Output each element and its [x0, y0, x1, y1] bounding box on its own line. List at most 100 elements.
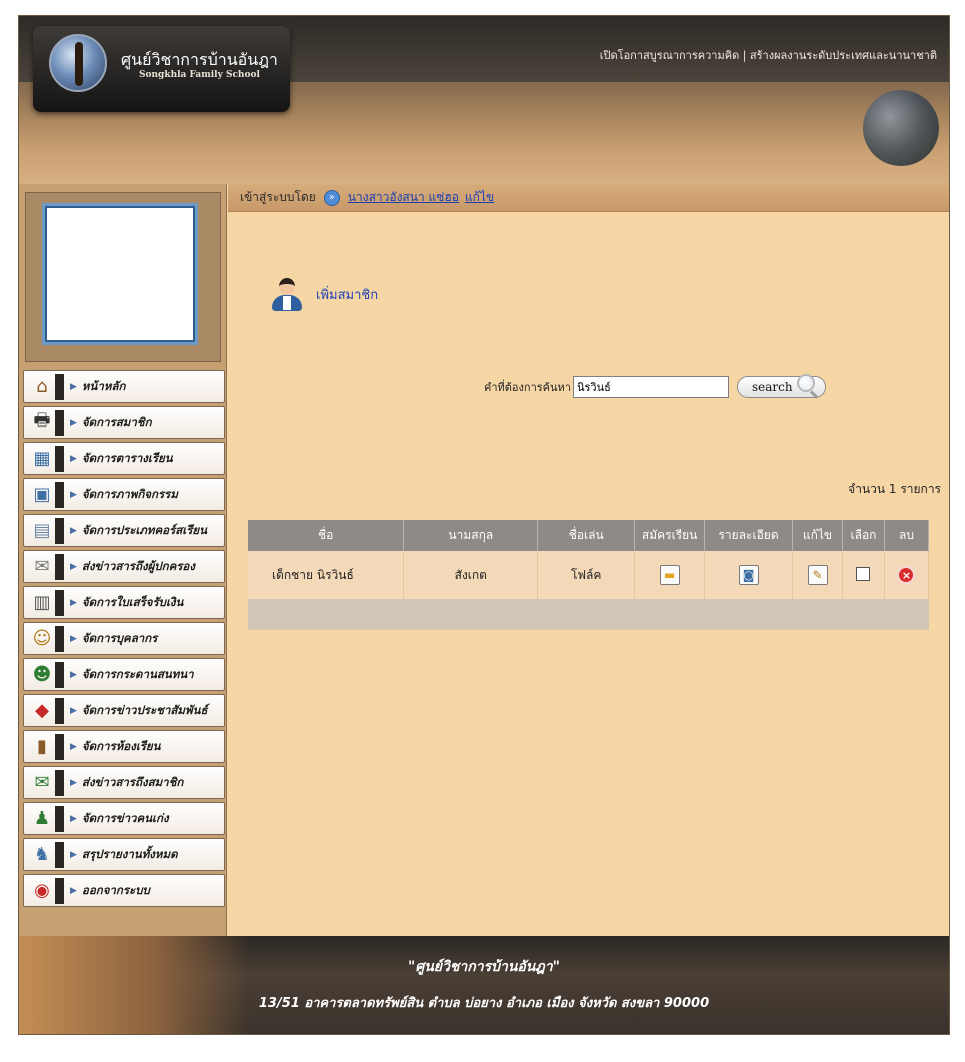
- sidebar-item-label: จัดการสมาชิก: [81, 414, 152, 429]
- menu-bar-decoration: [55, 625, 64, 652]
- table-footer-row: [248, 599, 929, 630]
- sidebar-item-course-types[interactable]: ▤ ▶ จัดการประเภทคอร์สเรียน: [23, 514, 225, 547]
- add-member-link[interactable]: เพิ่มสมาชิก: [270, 276, 378, 312]
- main-content: เข้าสู่ระบบโดย » นางสาวอังสนา แซ่ฮอ แก้ไ…: [228, 184, 949, 936]
- col-header-surname: นามสกุล: [403, 520, 539, 551]
- pencil-icon[interactable]: ✎: [807, 565, 828, 585]
- footer-decoration: [19, 936, 249, 1034]
- sidebar-item-reports[interactable]: ♞ ▶ สรุปรายงานทั้งหมด: [23, 838, 225, 871]
- triangle-right-icon: ▶: [70, 741, 77, 752]
- col-header-select: เลือก: [842, 520, 885, 551]
- triangle-right-icon: ▶: [70, 813, 77, 824]
- printer-icon: 🖶: [33, 409, 51, 431]
- search-input[interactable]: [572, 376, 729, 398]
- result-count: จำนวน 1 รายการ: [848, 482, 941, 496]
- cell-name: เด็กชาย นิรวินธ์: [248, 551, 405, 599]
- envelope-icon: ✉: [34, 556, 50, 577]
- sidebar-item-label: ออกจากระบบ: [81, 882, 150, 897]
- receipt-icon: ▥: [33, 592, 51, 613]
- menu-bar-decoration: [55, 589, 64, 616]
- footer: "ศูนย์วิชาการบ้านอันฎา" 13/51 อาคารตลาดท…: [19, 936, 949, 1034]
- profile-photo-frame: [25, 192, 221, 362]
- menu-bar-decoration: [55, 697, 64, 724]
- cell-delete: ×: [884, 551, 930, 599]
- header-banner: ศูนย์วิชาการบ้านอันฎา Songkhla Family Sc…: [19, 16, 949, 184]
- delete-icon[interactable]: ×: [897, 566, 916, 584]
- menu-bar-decoration: [55, 733, 64, 760]
- triangle-right-icon: ▶: [70, 885, 77, 896]
- home-icon: ⌂: [36, 376, 48, 397]
- star-person-icon: ♟: [33, 808, 51, 829]
- sidebar-item-activity-photos[interactable]: ▣ ▶ จัดการภาพกิจกรรม: [23, 478, 225, 511]
- sidebar-item-member-news[interactable]: ✉ ▶ ส่งข่าวสารถึงสมาชิก: [23, 766, 225, 799]
- members-table: ชื่อ นามสกุล ชื่อเล่น สมัครเรียน รายละเอ…: [248, 520, 930, 630]
- enroll-folder-icon[interactable]: ▬: [659, 565, 680, 585]
- select-checkbox[interactable]: [856, 566, 871, 581]
- sidebar-item-label: ส่งข่าวสารถึงสมาชิก: [81, 774, 184, 789]
- edit-profile-link[interactable]: แก้ไข: [465, 188, 494, 207]
- col-header-edit: แก้ไข: [792, 520, 843, 551]
- menu-bar-decoration: [55, 553, 64, 580]
- sidebar-item-staff[interactable]: ☺ ▶ จัดการบุคลากร: [23, 622, 225, 655]
- triangle-right-icon: ▶: [70, 417, 77, 428]
- col-header-name: ชื่อ: [248, 520, 405, 551]
- sidebar-item-home[interactable]: ⌂ ▶ หน้าหลัก: [23, 370, 225, 403]
- col-header-delete: ลบ: [884, 520, 930, 551]
- search-icon: [795, 374, 821, 400]
- sidebar-item-classrooms[interactable]: ▮ ▶ จัดการห้องเรียน: [23, 730, 225, 763]
- menu-bar-decoration: [55, 517, 64, 544]
- triangle-right-icon: ▶: [70, 381, 77, 392]
- globe-icon: [863, 90, 939, 166]
- table-row: เด็กชาย นิรวินธ์ สังเกต โฟล์ค ▬ ◙ ✎ ×: [248, 551, 930, 599]
- member-mail-icon: ✉: [34, 772, 50, 793]
- sidebar-item-label: จัดการข่าวประชาสัมพันธ์: [81, 702, 208, 717]
- sidebar-item-label: จัดการห้องเรียน: [81, 738, 161, 753]
- details-icon[interactable]: ◙: [738, 565, 759, 585]
- menu-bar-decoration: [55, 661, 64, 688]
- sidebar-item-logout[interactable]: ◉ ▶ ออกจากระบบ: [23, 874, 225, 907]
- col-header-enroll: สมัครเรียน: [634, 520, 706, 551]
- report-icon: ♞: [33, 844, 51, 865]
- sidebar-item-talent-news[interactable]: ♟ ▶ จัดการข่าวคนเก่ง: [23, 802, 225, 835]
- menu-bar-decoration: [55, 769, 64, 796]
- sidebar-item-label: จัดการใบเสร็จรับเงิน: [81, 594, 184, 609]
- school-logo-box[interactable]: ศูนย์วิชาการบ้านอันฎา Songkhla Family Sc…: [33, 26, 290, 112]
- menu-bar-decoration: [55, 445, 64, 472]
- triangle-right-icon: ▶: [70, 597, 77, 608]
- classroom-icon: ▮: [37, 736, 47, 757]
- menu-bar-decoration: [55, 409, 64, 436]
- login-bar: เข้าสู่ระบบโดย » นางสาวอังสนา แซ่ฮอ แก้ไ…: [228, 184, 949, 212]
- menu-bar-decoration: [55, 841, 64, 868]
- cell-surname: สังเกต: [403, 551, 539, 599]
- sidebar-item-timetable[interactable]: ▦ ▶ จัดการตารางเรียน: [23, 442, 225, 475]
- col-header-nickname: ชื่อเล่น: [537, 520, 636, 551]
- search-form: คำที่ต้องการค้นหา search: [484, 374, 826, 400]
- logged-in-user-link[interactable]: นางสาวอังสนา แซ่ฮอ: [348, 188, 459, 207]
- triangle-right-icon: ▶: [70, 633, 77, 644]
- sidebar: ⌂ ▶ หน้าหลัก 🖶 ▶ จัดการสมาชิก ▦ ▶ จัดการ…: [19, 184, 227, 936]
- sidebar-item-label: จัดการประเภทคอร์สเรียน: [81, 522, 207, 537]
- sidebar-item-label: สรุปรายงานทั้งหมด: [81, 846, 178, 861]
- school-emblem-icon: [49, 34, 107, 92]
- menu-bar-decoration: [55, 373, 64, 400]
- add-member-label: เพิ่มสมาชิก: [316, 287, 379, 303]
- sidebar-item-label: หน้าหลัก: [81, 378, 126, 393]
- triangle-right-icon: ▶: [70, 669, 77, 680]
- members-table-wrap: ชื่อ นามสกุล ชื่อเล่น สมัครเรียน รายละเอ…: [248, 520, 930, 630]
- sidebar-item-announcements[interactable]: ◆ ▶ จัดการข่าวประชาสัมพันธ์: [23, 694, 225, 727]
- menu-bar-decoration: [55, 877, 64, 904]
- triangle-right-icon: ▶: [70, 561, 77, 572]
- page-frame: ศูนย์วิชาการบ้านอันฎา Songkhla Family Sc…: [18, 15, 950, 1035]
- sidebar-item-members[interactable]: 🖶 ▶ จัดการสมาชิก: [23, 406, 225, 439]
- triangle-right-icon: ▶: [70, 525, 77, 536]
- chat-icon: ☻: [32, 664, 52, 685]
- double-arrow-icon: »: [323, 189, 340, 206]
- triangle-right-icon: ▶: [70, 453, 77, 464]
- sidebar-item-forum[interactable]: ☻ ▶ จัดการกระดานสนทนา: [23, 658, 225, 691]
- search-button[interactable]: search: [736, 374, 826, 400]
- sidebar-item-receipts[interactable]: ▥ ▶ จัดการใบเสร็จรับเงิน: [23, 586, 225, 619]
- triangle-right-icon: ▶: [70, 489, 77, 500]
- sidebar-item-label: จัดการภาพกิจกรรม: [81, 486, 178, 501]
- sidebar-item-label: จัดการตารางเรียน: [81, 450, 173, 465]
- sidebar-item-parent-news[interactable]: ✉ ▶ ส่งข่าวสารถึงผู้ปกครอง: [23, 550, 225, 583]
